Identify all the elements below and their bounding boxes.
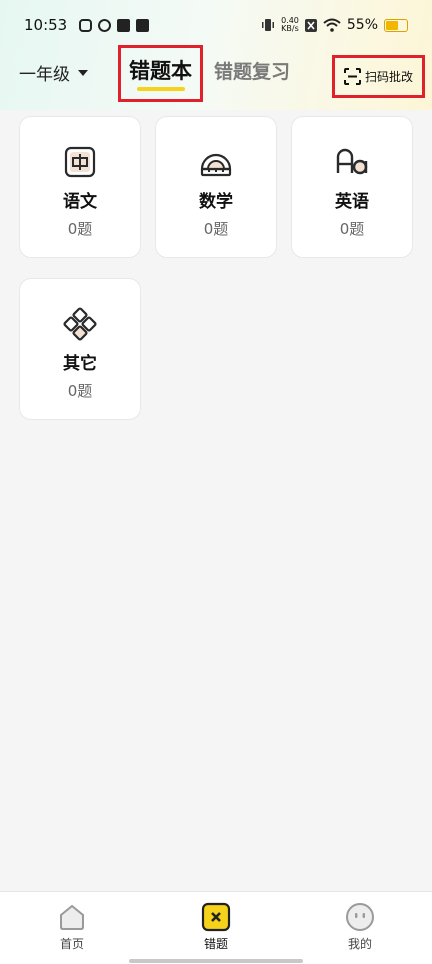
battery-icon bbox=[384, 18, 408, 32]
status-time: 10:53 bbox=[24, 16, 68, 34]
subject-name: 语文 bbox=[63, 192, 97, 212]
vibrate-icon bbox=[262, 19, 275, 31]
home-icon bbox=[60, 904, 84, 930]
profile-icon bbox=[346, 903, 374, 931]
nav-label-home: 首页 bbox=[59, 937, 84, 951]
tab-wrong-book[interactable]: 错题本 bbox=[118, 45, 203, 102]
grade-selector[interactable]: 一年级 bbox=[19, 60, 88, 85]
nav-label-wrong: 错题 bbox=[203, 937, 228, 951]
tab-review[interactable]: 错题复习 bbox=[214, 57, 290, 84]
no-sim-icon bbox=[304, 18, 317, 32]
tab-wrong-book-label: 错题本 bbox=[129, 58, 192, 83]
subject-card-other[interactable]: 其它 0题 bbox=[19, 278, 141, 420]
diamond-grid-icon bbox=[63, 307, 97, 341]
subject-card-english[interactable]: 英语 0题 bbox=[291, 116, 413, 258]
subject-card-math[interactable]: 数学 0题 bbox=[155, 116, 277, 258]
network-speed: 0.40 KB/s bbox=[281, 17, 299, 33]
subject-count: 0题 bbox=[339, 220, 365, 238]
subject-count: 0题 bbox=[67, 382, 93, 400]
link-icon bbox=[95, 16, 114, 34]
scan-grade-label: 扫码批改 bbox=[364, 70, 413, 84]
chinese-char-icon bbox=[64, 146, 96, 178]
tab-review-label: 错题复习 bbox=[214, 61, 291, 83]
notification-app-icon bbox=[79, 18, 93, 32]
home-indicator[interactable] bbox=[129, 959, 303, 963]
subject-count: 0题 bbox=[67, 220, 93, 238]
bottom-nav: 首页 错题 我的 bbox=[0, 891, 432, 964]
grade-label: 一年级 bbox=[19, 65, 70, 85]
nav-label-mine: 我的 bbox=[347, 937, 372, 951]
mail-icon bbox=[136, 18, 150, 32]
scan-grade-button[interactable]: 扫码批改 bbox=[332, 55, 425, 98]
subject-count: 0题 bbox=[203, 220, 229, 238]
wrong-question-icon bbox=[201, 902, 231, 932]
protractor-icon bbox=[200, 153, 232, 177]
speed-unit: KB/s bbox=[281, 24, 299, 33]
subject-name: 数学 bbox=[199, 192, 233, 212]
subject-name: 英语 bbox=[335, 192, 369, 212]
tiktok-icon bbox=[117, 18, 131, 32]
nav-item-wrong[interactable]: 错题 bbox=[176, 902, 256, 952]
caret-down-icon bbox=[78, 69, 88, 76]
status-bar: 10:53 0.40 KB/s 55% bbox=[0, 0, 432, 50]
nav-item-mine[interactable]: 我的 bbox=[320, 902, 400, 952]
letters-aa-icon bbox=[336, 148, 368, 175]
nav-item-home[interactable]: 首页 bbox=[32, 902, 112, 952]
wifi-icon bbox=[323, 18, 341, 32]
subject-name: 其它 bbox=[63, 354, 97, 374]
top-header: 一年级 错题本 错题复习 扫码批改 bbox=[0, 45, 432, 102]
subject-card-chinese[interactable]: 语文 0题 bbox=[19, 116, 141, 258]
battery-percent: 55% bbox=[346, 17, 378, 33]
tab-active-indicator bbox=[136, 86, 185, 91]
scan-icon bbox=[343, 68, 361, 85]
